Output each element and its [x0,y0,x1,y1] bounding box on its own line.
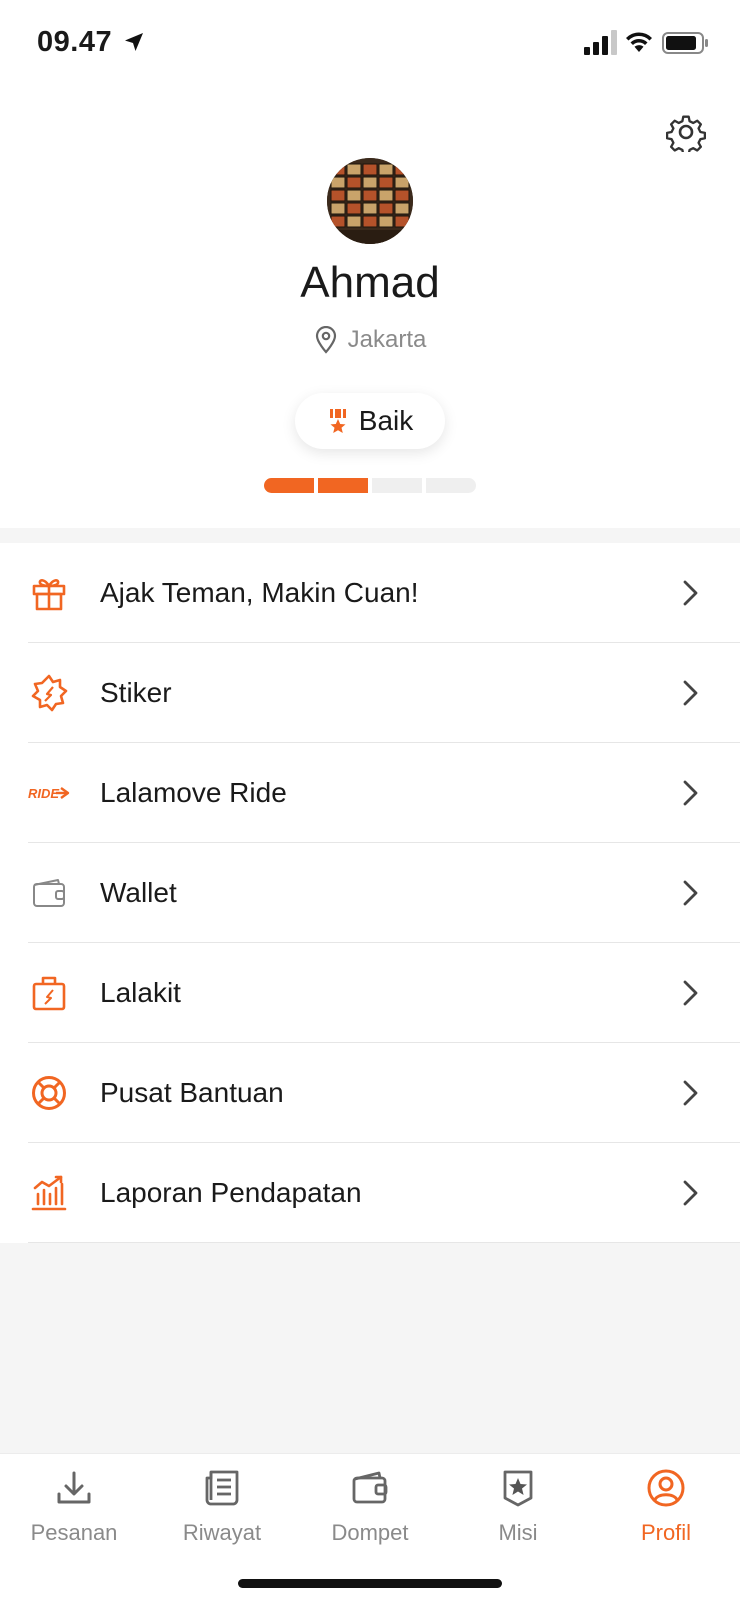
progress-segment [264,478,314,493]
photo-tile [394,189,410,202]
battery-icon [662,32,708,54]
photo-tile [394,202,410,215]
cellular-signal-icon [584,30,617,55]
tab-label: Misi [498,1520,538,1545]
mission-star-icon [503,1470,533,1507]
photo-tile [330,163,346,176]
photo-tile [346,202,362,215]
wallet-icon [28,874,70,912]
status-time: 09.47 [37,26,113,58]
history-icon [205,1470,239,1506]
photo-tile [362,163,378,176]
photo-tile [362,215,378,228]
profile-icon [647,1469,685,1507]
chart-icon [28,1174,70,1212]
avatar[interactable] [327,158,413,244]
sticker-icon [28,674,70,712]
chevron-right-icon [683,780,698,806]
photo-tile [362,176,378,189]
tab-riwayat[interactable]: Riwayat [148,1468,296,1546]
photo-tile [378,189,394,202]
photo-tile [330,176,346,189]
photo-tile [378,202,394,215]
photo-tile [378,176,394,189]
menu-item-help-center[interactable]: Pusat Bantuan [0,1043,740,1143]
menu-label: Stiker [100,677,172,708]
rating-badge[interactable]: Baik [295,393,445,449]
rating-label: Baik [358,405,414,436]
location-arrow-icon [125,33,143,51]
photo-tile [346,189,362,202]
progress-segment [372,478,422,493]
photo-tile [346,215,362,228]
profile-menu: Ajak Teman, Makin Cuan! Stiker RIDE Lala… [0,543,740,1243]
menu-label: Wallet [100,877,177,908]
chevron-right-icon [683,980,698,1006]
wifi-icon [626,32,652,52]
photo-tile [346,176,362,189]
divider [28,1242,740,1243]
tab-pesanan[interactable]: Pesanan [0,1468,148,1546]
chevron-right-icon [683,880,698,906]
menu-label: Pusat Bantuan [100,1077,284,1108]
menu-item-referral[interactable]: Ajak Teman, Makin Cuan! [0,543,740,643]
photo-tile [394,215,410,228]
wallet-icon [352,1471,388,1504]
chevron-right-icon [683,680,698,706]
photo-tile [330,215,346,228]
tab-label: Dompet [331,1520,409,1545]
trophy-icon [329,409,346,433]
bottom-tab-bar: Pesanan Riwayat Dompet Misi Profil [0,1453,740,1600]
rating-progress [264,478,476,493]
settings-gear-icon[interactable] [666,112,706,152]
menu-item-sticker[interactable]: Stiker [0,643,740,743]
tab-misi[interactable]: Misi [444,1468,592,1546]
map-pin-icon [315,326,336,354]
menu-label: Laporan Pendapatan [100,1177,362,1208]
tab-label: Pesanan [30,1520,118,1545]
photo-tile [346,163,362,176]
avatar-photo [327,158,413,244]
photo-tile [378,215,394,228]
tab-profil[interactable]: Profil [592,1468,740,1546]
menu-item-income-report[interactable]: Laporan Pendapatan [0,1143,740,1243]
lalakit-bag-icon [28,974,70,1012]
menu-item-lalakit[interactable]: Lalakit [0,943,740,1043]
progress-segment [426,478,476,493]
download-icon [57,1471,91,1504]
profile-location: Jakarta [0,326,740,354]
tab-label: Riwayat [182,1520,262,1545]
gift-icon [28,574,70,612]
lifebuoy-icon [28,1074,70,1112]
home-indicator [238,1579,502,1588]
photo-tile [394,176,410,189]
menu-item-wallet[interactable]: Wallet [0,843,740,943]
menu-label: Lalamove Ride [100,777,287,808]
photo-tile [362,189,378,202]
svg-text:RIDE: RIDE [28,786,59,801]
status-bar: 09.47 [0,0,740,90]
menu-label: Lalakit [100,977,181,1008]
location-text: Jakarta [347,326,427,353]
menu-label: Ajak Teman, Makin Cuan! [100,577,419,608]
photo-tile [362,202,378,215]
chevron-right-icon [683,580,698,606]
photo-tile [378,163,394,176]
tab-dompet[interactable]: Dompet [296,1468,444,1546]
photo-tile [330,202,346,215]
menu-item-lalamove-ride[interactable]: RIDE Lalamove Ride [0,743,740,843]
ride-icon: RIDE [28,774,74,812]
profile-name: Ahmad [300,258,440,307]
tab-label: Profil [640,1520,692,1545]
photo-tile [330,189,346,202]
progress-segment [318,478,368,493]
profile-header: 09.47 Ahmad Jakarta Baik [0,0,740,528]
chevron-right-icon [683,1180,698,1206]
chevron-right-icon [683,1080,698,1106]
photo-tile [394,163,410,176]
